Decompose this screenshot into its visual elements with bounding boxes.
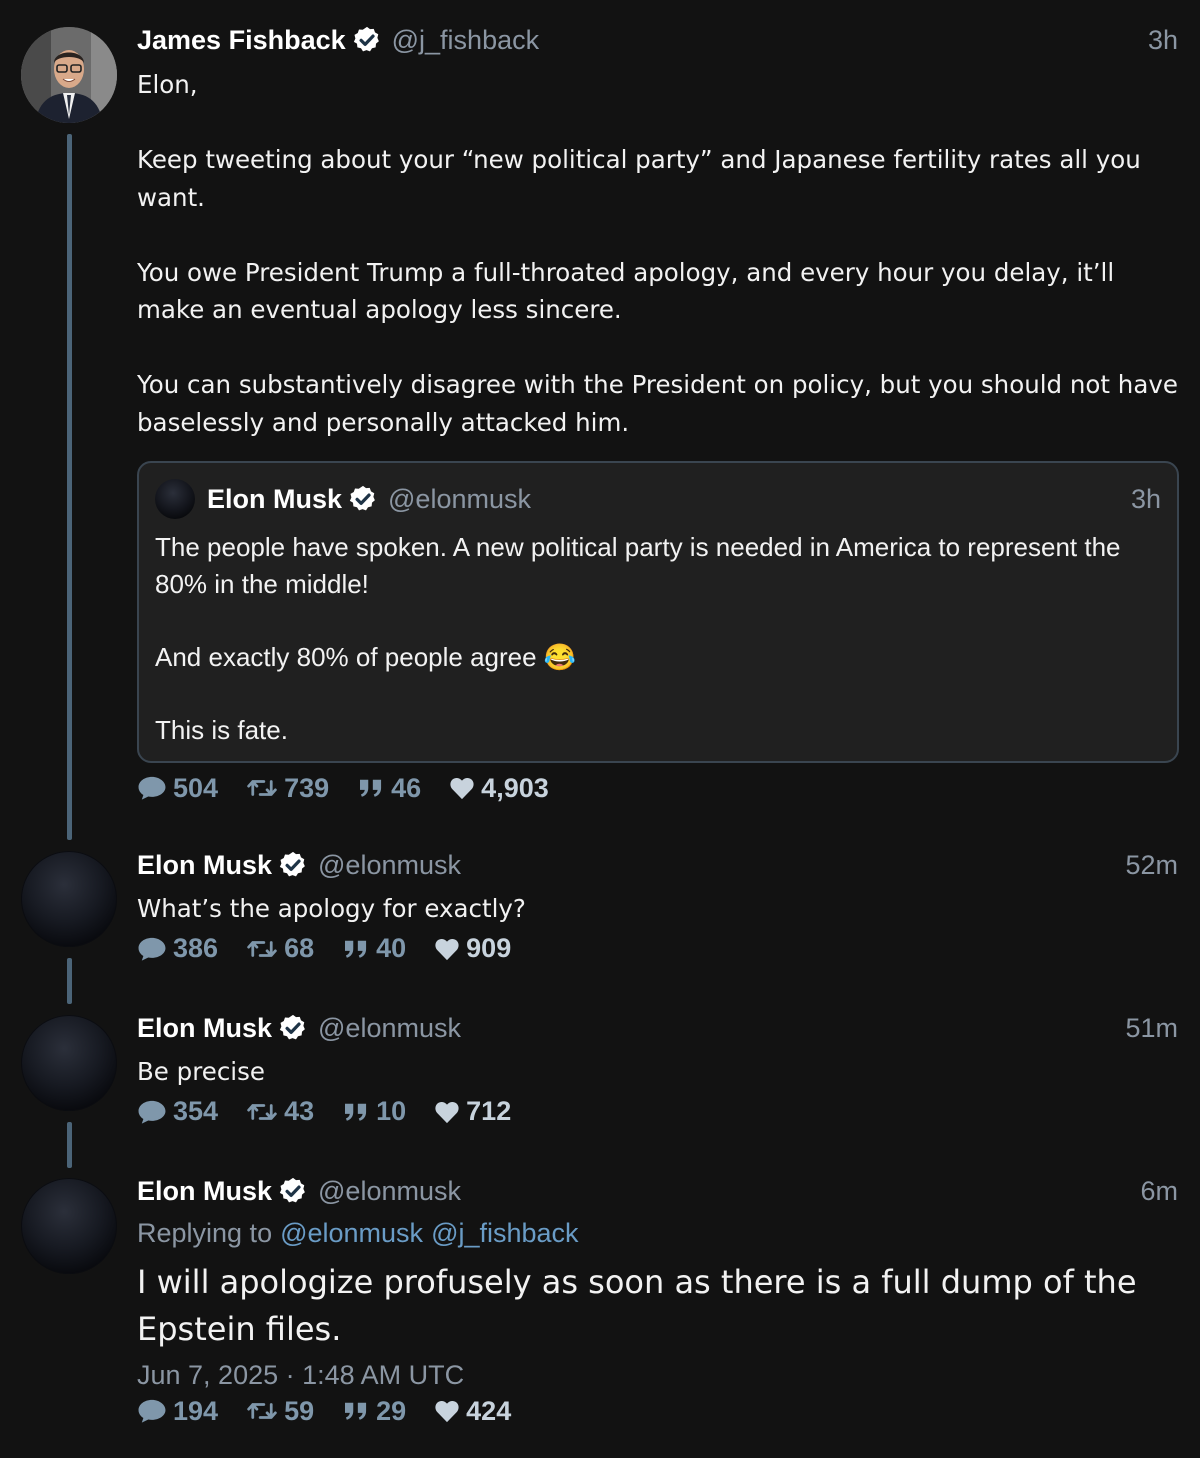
tweet-text: I will apologize profusely as soon as th… bbox=[137, 1263, 1137, 1348]
mention-link[interactable]: @j_fishback bbox=[431, 1218, 578, 1249]
mention-link[interactable]: @elonmusk bbox=[280, 1218, 423, 1249]
tweet-datetime[interactable]: Jun 7, 2025 · 1:48 AM UTC bbox=[137, 1360, 1178, 1391]
tweet-time[interactable]: 51m bbox=[1125, 1013, 1178, 1044]
display-name: Elon Musk bbox=[207, 483, 343, 514]
display-name[interactable]: Elon Musk bbox=[137, 1013, 272, 1044]
reply-count[interactable]: 386 bbox=[137, 933, 218, 964]
avatar bbox=[155, 479, 195, 519]
tweet-3[interactable]: Elon Musk @elonmusk 51m Be precise 354 4… bbox=[0, 1005, 1200, 1170]
thread-line bbox=[67, 134, 72, 840]
heart-icon bbox=[449, 776, 475, 800]
tweet-header: Elon Musk @elonmusk 52m bbox=[137, 847, 1178, 883]
quote-count[interactable]: 29 bbox=[342, 1396, 406, 1427]
replying-to: Replying to @elonmusk @j_fishback bbox=[137, 1215, 1178, 1251]
tweet-text: Be precise bbox=[137, 1057, 265, 1086]
reply-bubble-icon bbox=[137, 1398, 167, 1424]
tweet-time[interactable]: 3h bbox=[1148, 25, 1178, 56]
tweet-header: James Fishback @j_fishback 3h bbox=[137, 22, 1178, 58]
heart-icon bbox=[434, 1399, 460, 1423]
retweet-count[interactable]: 59 bbox=[246, 1396, 314, 1427]
tweet-2[interactable]: Elon Musk @elonmusk 52m What’s the apolo… bbox=[0, 840, 1200, 1005]
avatar[interactable] bbox=[21, 27, 117, 123]
username-handle[interactable]: @j_fishback bbox=[392, 25, 539, 56]
like-count[interactable]: 4,903 bbox=[449, 773, 549, 804]
tweet-text: Elon, Keep tweeting about your “new poli… bbox=[137, 70, 1178, 437]
tweet-header: Elon Musk @elonmusk 6m bbox=[137, 1173, 1178, 1209]
quote-icon bbox=[357, 777, 385, 799]
reply-bubble-icon bbox=[137, 1099, 167, 1125]
tweet-time[interactable]: 52m bbox=[1125, 850, 1178, 881]
retweet-icon bbox=[246, 937, 278, 961]
tweet-stats: 386 68 40 909 bbox=[137, 931, 1178, 967]
quoted-tweet-text: The people have spoken. A new political … bbox=[155, 532, 1121, 745]
reply-bubble-icon bbox=[137, 936, 167, 962]
display-name[interactable]: Elon Musk bbox=[137, 1176, 272, 1207]
quoted-tweet[interactable]: Elon Musk @elonmusk 3h The people have s… bbox=[137, 461, 1179, 763]
reply-count[interactable]: 504 bbox=[137, 773, 218, 804]
username-handle[interactable]: @elonmusk bbox=[318, 850, 461, 881]
verified-badge-icon bbox=[348, 484, 378, 514]
tweet-text: What’s the apology for exactly? bbox=[137, 894, 526, 923]
display-name[interactable]: James Fishback bbox=[137, 25, 346, 56]
heart-icon bbox=[434, 1100, 460, 1124]
quote-count[interactable]: 40 bbox=[342, 933, 406, 964]
quote-count[interactable]: 46 bbox=[357, 773, 421, 804]
username-handle[interactable]: @elonmusk bbox=[318, 1013, 461, 1044]
tweet-header: Elon Musk @elonmusk 51m bbox=[137, 1010, 1178, 1046]
display-name[interactable]: Elon Musk bbox=[137, 850, 272, 881]
replying-to-label: Replying to bbox=[137, 1217, 273, 1248]
verified-badge-icon bbox=[278, 1176, 308, 1206]
quote-count[interactable]: 10 bbox=[342, 1096, 406, 1127]
thread-line bbox=[67, 1122, 72, 1168]
like-count[interactable]: 712 bbox=[434, 1096, 511, 1127]
reply-bubble-icon bbox=[137, 775, 167, 801]
tweet-4-main[interactable]: Elon Musk @elonmusk 6m Replying to @elon… bbox=[0, 1170, 1200, 1458]
retweet-count[interactable]: 68 bbox=[246, 933, 314, 964]
like-count[interactable]: 424 bbox=[434, 1396, 511, 1427]
like-count[interactable]: 909 bbox=[434, 933, 511, 964]
verified-badge-icon bbox=[278, 850, 308, 880]
tweet-time[interactable]: 6m bbox=[1140, 1176, 1178, 1207]
retweet-count[interactable]: 43 bbox=[246, 1096, 314, 1127]
tweet-time: 3h bbox=[1130, 483, 1161, 514]
retweet-icon bbox=[246, 776, 278, 800]
verified-badge-icon bbox=[352, 25, 382, 55]
thread-line bbox=[67, 958, 72, 1004]
verified-badge-icon bbox=[278, 1013, 308, 1043]
retweet-count[interactable]: 739 bbox=[246, 773, 329, 804]
quote-icon bbox=[342, 1101, 370, 1123]
quote-icon bbox=[342, 1400, 370, 1422]
avatar[interactable] bbox=[21, 1015, 117, 1111]
username-handle: @elonmusk bbox=[388, 483, 531, 514]
tweet-stats: 194 59 29 424 bbox=[137, 1393, 1178, 1429]
heart-icon bbox=[434, 937, 460, 961]
quoted-tweet-header: Elon Musk @elonmusk 3h bbox=[155, 479, 1161, 519]
quote-icon bbox=[342, 938, 370, 960]
tweet-1[interactable]: James Fishback @j_fishback 3h Elon, Keep… bbox=[0, 0, 1200, 840]
james-fishback-avatar-image bbox=[21, 27, 117, 123]
tweet-stats: 504 739 46 4,903 bbox=[137, 770, 1178, 806]
avatar[interactable] bbox=[21, 851, 117, 947]
reply-count[interactable]: 194 bbox=[137, 1396, 218, 1427]
retweet-icon bbox=[246, 1100, 278, 1124]
avatar[interactable] bbox=[21, 1178, 117, 1274]
retweet-icon bbox=[246, 1399, 278, 1423]
reply-count[interactable]: 354 bbox=[137, 1096, 218, 1127]
tweet-stats: 354 43 10 712 bbox=[137, 1094, 1178, 1130]
username-handle[interactable]: @elonmusk bbox=[318, 1176, 461, 1207]
